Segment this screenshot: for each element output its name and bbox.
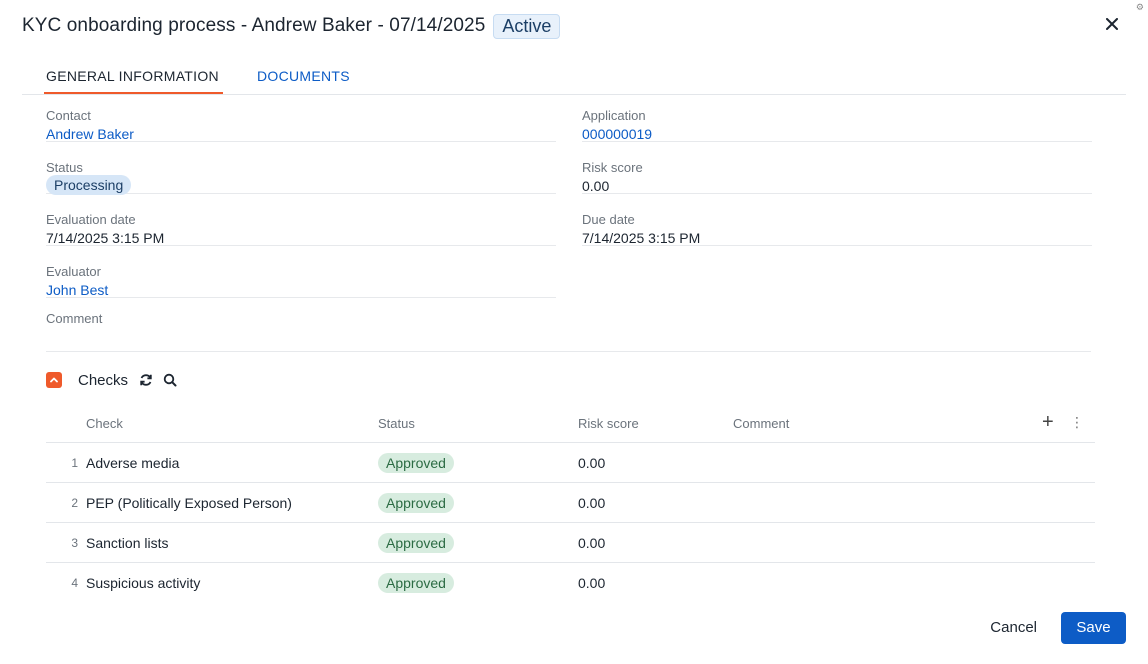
- status-value-pill: Processing: [46, 175, 132, 195]
- grid-header-row: Check Status Risk score Comment + ⋮: [46, 402, 1095, 443]
- column-header-comment[interactable]: Comment: [733, 416, 789, 431]
- refresh-icon[interactable]: [138, 372, 154, 388]
- column-header-check[interactable]: Check: [86, 416, 123, 431]
- table-row[interactable]: 1 Adverse media Approved 0.00: [46, 443, 1095, 483]
- close-icon[interactable]: [1104, 16, 1120, 32]
- evaluator-link[interactable]: John Best: [46, 282, 108, 298]
- cancel-button[interactable]: Cancel: [976, 611, 1051, 644]
- tab-label: DOCUMENTS: [257, 68, 350, 84]
- risk-score-cell: 0.00: [578, 535, 606, 551]
- check-name-cell: PEP (Politically Exposed Person): [86, 495, 292, 511]
- add-icon[interactable]: +: [1042, 412, 1054, 432]
- active-tab-indicator: [44, 92, 223, 94]
- tab-general-information[interactable]: GENERAL INFORMATION: [44, 68, 223, 94]
- status-badge: Approved: [378, 493, 454, 513]
- page-header: KYC onboarding process - Andrew Baker - …: [22, 12, 561, 40]
- status-field: Status Processing: [46, 152, 556, 195]
- table-row[interactable]: 3 Sanction lists Approved 0.00: [46, 523, 1095, 563]
- status-badge: Approved: [378, 573, 454, 593]
- checks-grid: Check Status Risk score Comment + ⋮ 1 Ad…: [46, 402, 1095, 603]
- more-options-icon[interactable]: ⋮: [1070, 414, 1084, 431]
- chevron-up-icon: [50, 377, 58, 383]
- risk-score-cell: 0.00: [578, 455, 606, 471]
- field-label: Contact: [46, 108, 91, 123]
- table-row[interactable]: 2 PEP (Politically Exposed Person) Appro…: [46, 483, 1095, 523]
- checks-section-header: Checks: [46, 370, 178, 390]
- status-badge: Approved: [378, 533, 454, 553]
- risk-score-cell: 0.00: [578, 575, 606, 591]
- check-name-cell: Adverse media: [86, 455, 180, 471]
- column-header-status[interactable]: Status: [378, 416, 415, 431]
- save-button[interactable]: Save: [1061, 611, 1126, 644]
- risk-score-cell: 0.00: [578, 495, 606, 511]
- field-label: Status: [46, 160, 83, 175]
- row-number: 3: [71, 536, 78, 550]
- row-number: 4: [71, 576, 78, 590]
- field-label: Risk score: [582, 160, 643, 175]
- row-number: 2: [71, 496, 78, 510]
- row-number: 1: [71, 456, 78, 470]
- status-badge: Active: [493, 13, 561, 39]
- gear-icon[interactable]: ⚙: [1136, 2, 1144, 13]
- due-date-field: Due date 7/14/2025 3:15 PM: [582, 204, 1092, 246]
- check-name-cell: Sanction lists: [86, 535, 169, 551]
- contact-link[interactable]: Andrew Baker: [46, 126, 134, 142]
- field-label: Evaluator: [46, 264, 101, 279]
- evaluation-date-value[interactable]: 7/14/2025 3:15 PM: [46, 230, 164, 246]
- application-link[interactable]: 000000019: [582, 126, 652, 142]
- collapse-button[interactable]: [46, 372, 62, 388]
- search-icon[interactable]: [162, 372, 178, 388]
- page-title: KYC onboarding process - Andrew Baker - …: [22, 15, 486, 36]
- field-label: Due date: [582, 212, 635, 227]
- due-date-value[interactable]: 7/14/2025 3:15 PM: [582, 230, 700, 246]
- field-label: Application: [582, 108, 646, 123]
- field-label: Evaluation date: [46, 212, 136, 227]
- column-header-risk-score[interactable]: Risk score: [578, 416, 639, 431]
- tab-label: GENERAL INFORMATION: [46, 68, 219, 84]
- table-row[interactable]: 4 Suspicious activity Approved 0.00: [46, 563, 1095, 603]
- tab-bar: GENERAL INFORMATION DOCUMENTS: [22, 60, 1126, 95]
- risk-score-value[interactable]: 0.00: [582, 178, 609, 194]
- field-label: Comment: [46, 311, 103, 326]
- risk-score-field: Risk score 0.00: [582, 152, 1092, 194]
- comment-field[interactable]: Comment: [46, 303, 1091, 352]
- check-name-cell: Suspicious activity: [86, 575, 201, 591]
- evaluation-date-field: Evaluation date 7/14/2025 3:15 PM: [46, 204, 556, 246]
- tab-documents[interactable]: DOCUMENTS: [257, 68, 350, 84]
- evaluator-field: Evaluator John Best: [46, 256, 556, 298]
- checks-title: Checks: [78, 371, 129, 389]
- dialog-footer: Cancel Save: [976, 611, 1126, 644]
- status-badge: Approved: [378, 453, 454, 473]
- application-field: Application 000000019: [582, 100, 1092, 142]
- contact-field: Contact Andrew Baker: [46, 100, 556, 142]
